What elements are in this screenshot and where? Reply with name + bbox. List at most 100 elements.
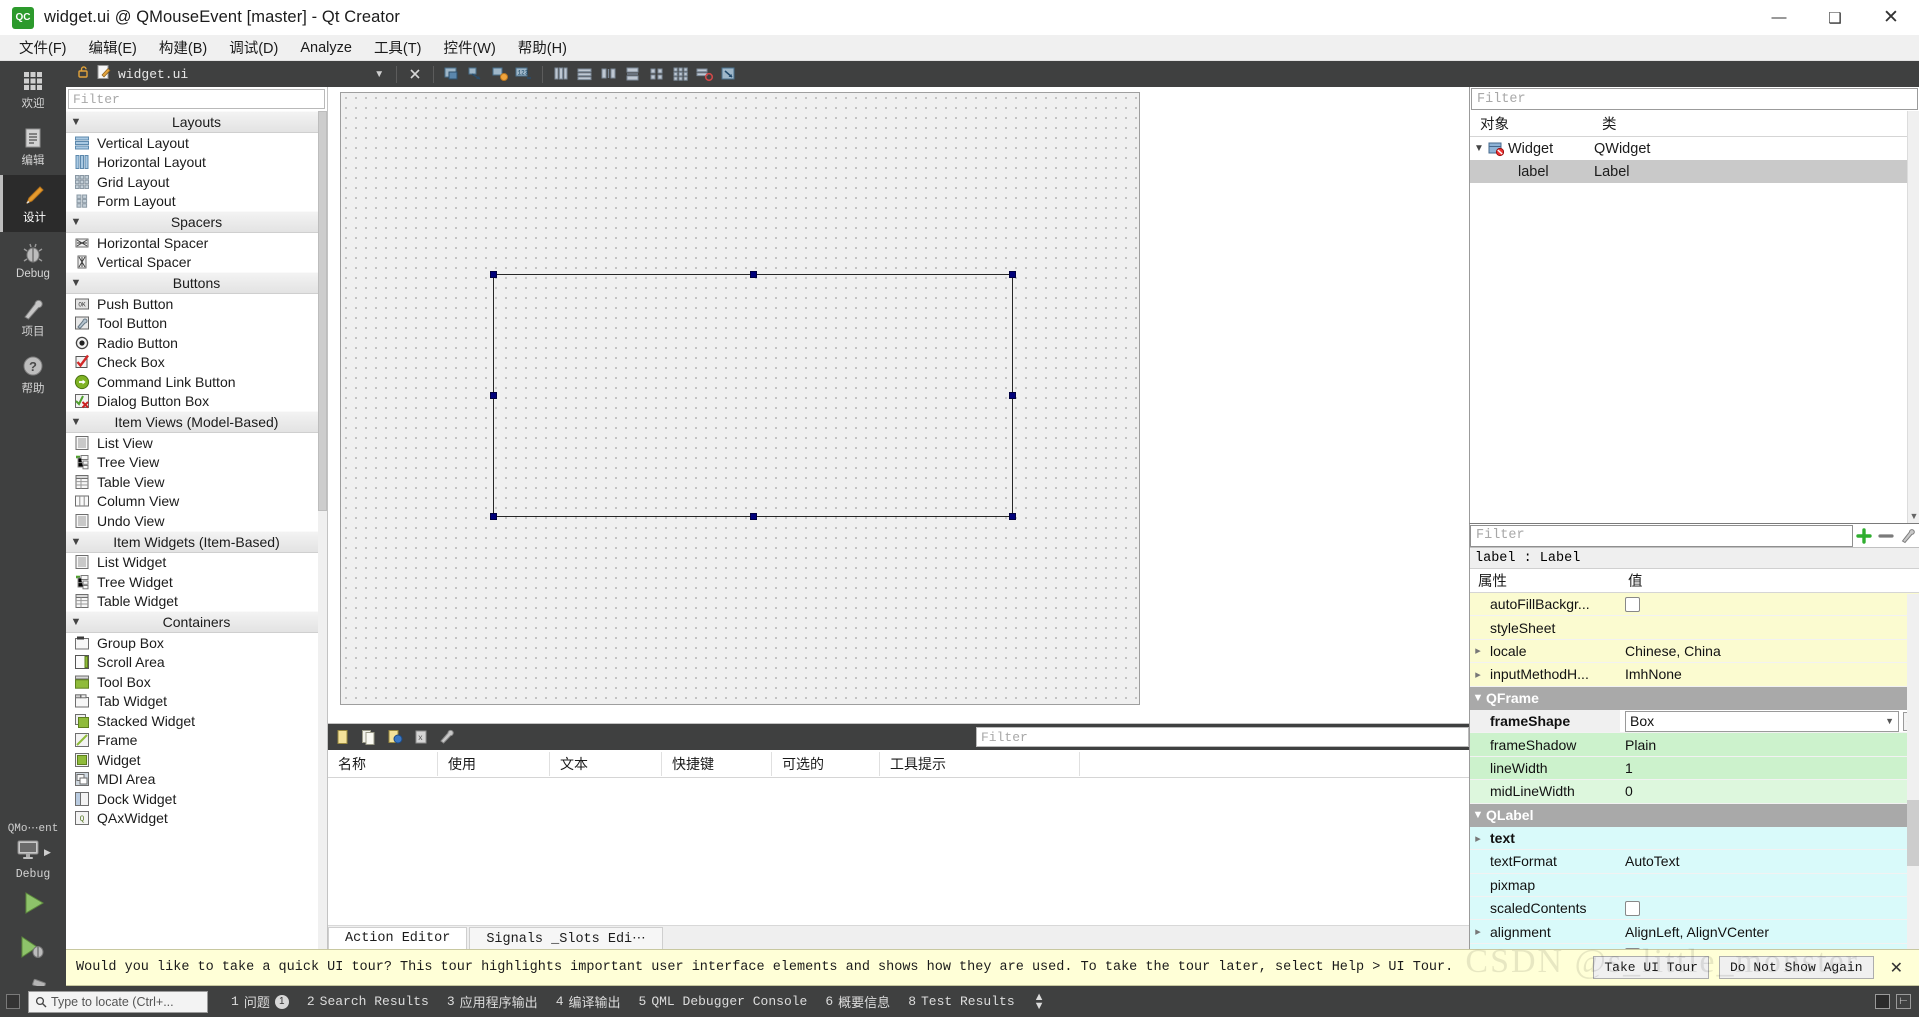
layout-vertically-icon[interactable] [575,65,595,83]
property-row-locale[interactable]: ▸ locale Chinese, China [1470,639,1919,664]
object-inspector-filter-input[interactable]: Filter [1471,88,1918,110]
chevron-down-icon[interactable]: ▼ [374,69,384,80]
configure-icon[interactable] [438,728,456,746]
widget-item-scroll-area[interactable]: Scroll Area [66,653,327,673]
mode-wrench[interactable]: 项目 [0,289,66,346]
frameshape-combobox[interactable]: Box ▼ [1625,710,1899,732]
output-pane-test-results[interactable]: 8 Test Results [899,994,1023,1009]
widget-item-list-view[interactable]: List View [66,433,327,453]
output-pane-buttons[interactable]: 1 问题 1 2 Search Results 3 应用程序输出 4 编译输出 5 QML Debu… [222,992,1024,1011]
widget-item-tool-button[interactable]: Tool Button [66,314,327,334]
menu-window[interactable]: 控件(W) [432,35,506,60]
selected-label-widget[interactable] [490,271,1016,520]
scroll-down-arrow-icon[interactable]: ▼ [1908,509,1919,523]
widget-box-filter-input[interactable]: Filter [68,89,325,109]
edit-buddies-icon[interactable] [490,65,510,83]
chevron-right-icon[interactable]: ▸ [1470,832,1486,845]
unlocked-padlock-icon[interactable] [76,65,90,84]
plus-icon[interactable] [1853,525,1875,547]
mode-question[interactable]: ? 帮助 [0,346,66,403]
chevron-down-icon[interactable]: ▼ [1470,143,1488,154]
chevron-down-icon[interactable]: ▼ [1885,716,1894,726]
object-row[interactable]: label Label [1470,160,1919,183]
mode-pencil[interactable]: 设计 [0,175,66,232]
widget-category-item-views-model-based[interactable]: ▼ Item Views (Model-Based) [66,411,327,433]
widget-item-radio-button[interactable]: Radio Button [66,333,327,353]
chevron-right-icon[interactable]: ▸ [1470,644,1486,657]
object-inspector-scrollbar[interactable]: ▼ [1907,111,1919,523]
action-editor-tabbar[interactable]: Action Editor Signals _Slots Edi⋯ [328,925,1469,949]
layout-in-form-icon[interactable] [647,65,667,83]
action-column-4[interactable]: 可选的 [772,751,880,776]
chevron-down-icon[interactable]: ▼ [66,277,86,289]
locator-input[interactable]: Type to locate (Ctrl+... [28,990,208,1013]
widget-item-dock-widget[interactable]: Dock Widget [66,789,327,809]
resize-handle-bottom-left[interactable] [490,513,497,520]
widget-item-horizontal-layout[interactable]: Horizontal Layout [66,153,327,173]
action-column-2[interactable]: 文本 [550,751,662,776]
edit-widgets-icon[interactable] [442,65,462,83]
chevron-down-icon[interactable]: ▼ [66,116,86,128]
widget-item-qaxwidget[interactable]: Q QAxWidget [66,809,327,829]
wrench-icon[interactable] [1897,525,1919,547]
widget-item-command-link-button[interactable]: Command Link Button [66,372,327,392]
widget-item-list-widget[interactable]: List Widget [66,553,327,573]
kit-expand-arrow-icon[interactable]: ▶ [44,847,51,858]
property-checkbox[interactable] [1625,596,1640,612]
mode-bug[interactable]: Debug [0,232,66,289]
do-not-show-again-button[interactable]: Do Not Show Again [1718,956,1874,979]
chevron-down-icon[interactable]: ▼ [1470,692,1486,704]
menu-analyze[interactable]: Analyze [289,38,363,58]
widget-item-stacked-widget[interactable]: Stacked Widget [66,711,327,731]
resize-handle-top-center[interactable] [749,271,757,278]
property-value-cell[interactable]: AutoText [1620,850,1919,873]
widget-item-tab-widget[interactable]: Tab Widget [66,692,327,712]
property-editor-filter-input[interactable]: Filter [1470,524,1853,547]
layout-in-splitter-v-icon[interactable] [623,65,643,83]
adjust-size-icon[interactable] [719,65,739,83]
start-debugging-button[interactable] [0,925,66,969]
mode-grid[interactable]: 欢迎 [0,61,66,118]
property-row-linewidth[interactable]: lineWidth 1 [1470,756,1919,781]
chevron-down-icon[interactable]: ▼ [1470,809,1486,821]
output-pane--[interactable]: 1 问题 1 [222,992,298,1011]
chevron-down-icon[interactable]: ▼ [66,616,86,628]
action-column-3[interactable]: 快捷键 [662,751,772,776]
property-value-cell[interactable] [1620,897,1919,920]
object-inspector-tree[interactable]: ▼ Widget QWidget label Label [1470,137,1919,183]
close-button[interactable]: ✕ [1863,0,1919,35]
close-x-icon[interactable]: ✕ [1884,958,1909,978]
property-checkbox[interactable] [1625,900,1640,916]
toggle-progress-details-icon[interactable] [1875,994,1890,1009]
widget-item-push-button[interactable]: OK Push Button [66,294,327,314]
property-value-cell[interactable]: AlignLeft, AlignVCenter [1620,920,1919,943]
menu-tools[interactable]: 工具(T) [363,35,433,60]
close-x-icon[interactable] [405,65,425,83]
output-pane--[interactable]: 4 编译输出 [547,992,630,1011]
chevron-down-icon[interactable]: ▼ [66,216,86,228]
widget-item-vertical-spacer[interactable]: Vertical Spacer [66,253,327,273]
resize-handle-bottom-right[interactable] [1009,513,1016,520]
layout-horizontally-icon[interactable] [551,65,571,83]
mode-document[interactable]: 编辑 [0,118,66,175]
property-value-cell[interactable] [1620,593,1919,616]
property-value-cell[interactable] [1620,826,1919,850]
bottom-tab-1[interactable]: Signals _Slots Edi⋯ [469,927,663,949]
run-button[interactable] [0,881,66,925]
menu-edit[interactable]: 编辑(E) [78,35,148,60]
layout-in-splitter-h-icon[interactable] [599,65,619,83]
property-value-cell[interactable]: Box▼↩ [1620,709,1919,733]
action-editor-filter-input[interactable]: Filter [976,727,1469,747]
property-row-autofillbackgr[interactable]: autoFillBackgr... [1470,593,1919,617]
sidebar-toggle-icon[interactable] [6,994,20,1009]
maximize-button[interactable]: ❑ [1807,0,1863,35]
resize-handle-bottom-center[interactable] [749,513,757,520]
widget-item-group-box[interactable]: Group Box [66,633,327,653]
toggle-output-pane-icon[interactable]: ⊢ [1896,994,1911,1009]
action-column-5[interactable]: 工具提示 [880,751,1080,776]
widget-box-scroll-thumb[interactable] [318,111,327,511]
property-value-cell[interactable]: 0 [1620,780,1919,803]
widget-item-form-layout[interactable]: Form Layout [66,192,327,212]
output-pane-qml-debugger-console[interactable]: 5 QML Debugger Console [630,994,817,1009]
property-row-scaledcontents[interactable]: scaledContents [1470,897,1919,921]
